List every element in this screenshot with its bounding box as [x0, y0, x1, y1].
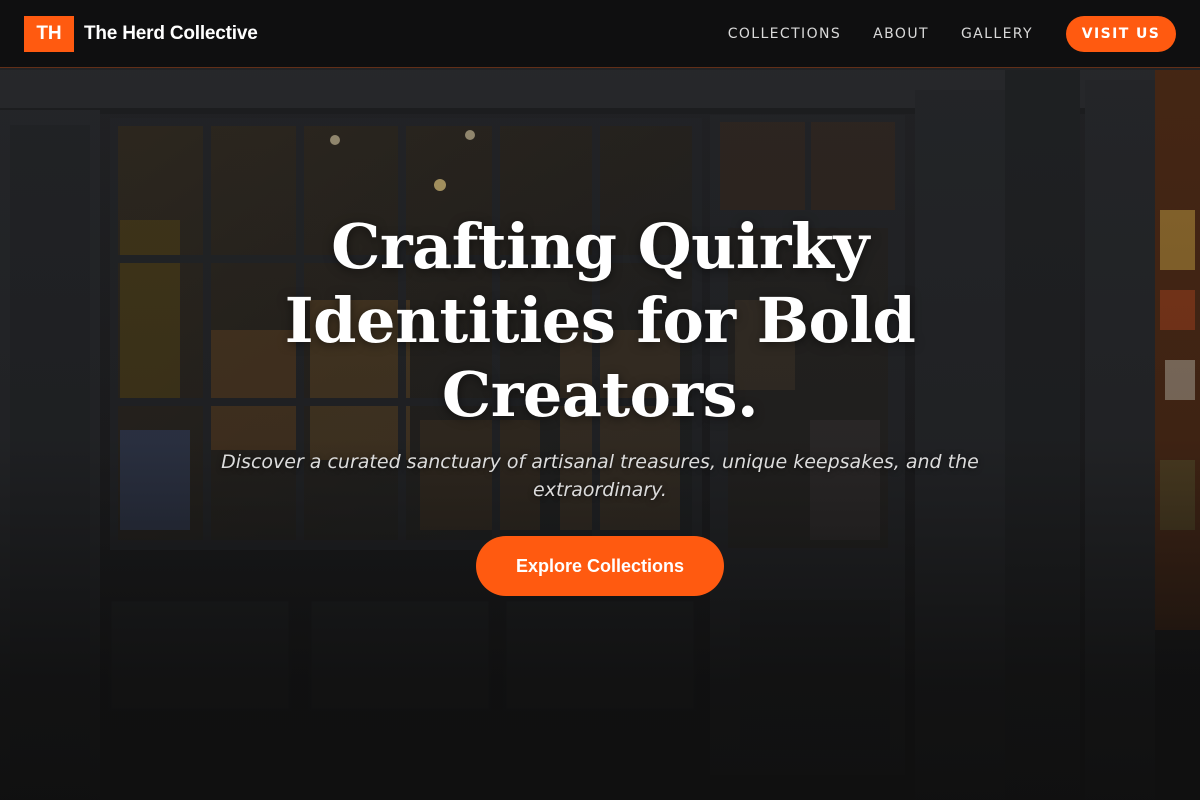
nav-link-collections[interactable]: COLLECTIONS — [728, 26, 841, 42]
nav-link-gallery[interactable]: GALLERY — [961, 26, 1033, 42]
nav-link-about[interactable]: ABOUT — [873, 26, 929, 42]
hero-title: Crafting Quirky Identities for Bold Crea… — [284, 210, 916, 431]
hero-section: Crafting Quirky Identities for Bold Crea… — [0, 210, 1200, 596]
visit-us-button[interactable]: VISIT US — [1066, 15, 1176, 52]
explore-collections-button[interactable]: Explore Collections — [476, 536, 724, 596]
hero-subtitle: Discover a curated sanctuary of artisana… — [221, 451, 979, 501]
brand-mark: TH — [24, 15, 74, 52]
site-header: TH The Herd Collective COLLECTIONS ABOUT… — [0, 0, 1200, 68]
brand-logo-link[interactable]: TH The Herd Collective — [24, 15, 258, 52]
brand-name: The Herd Collective — [84, 22, 258, 44]
main-nav: COLLECTIONS ABOUT GALLERY VISIT US — [696, 15, 1176, 52]
